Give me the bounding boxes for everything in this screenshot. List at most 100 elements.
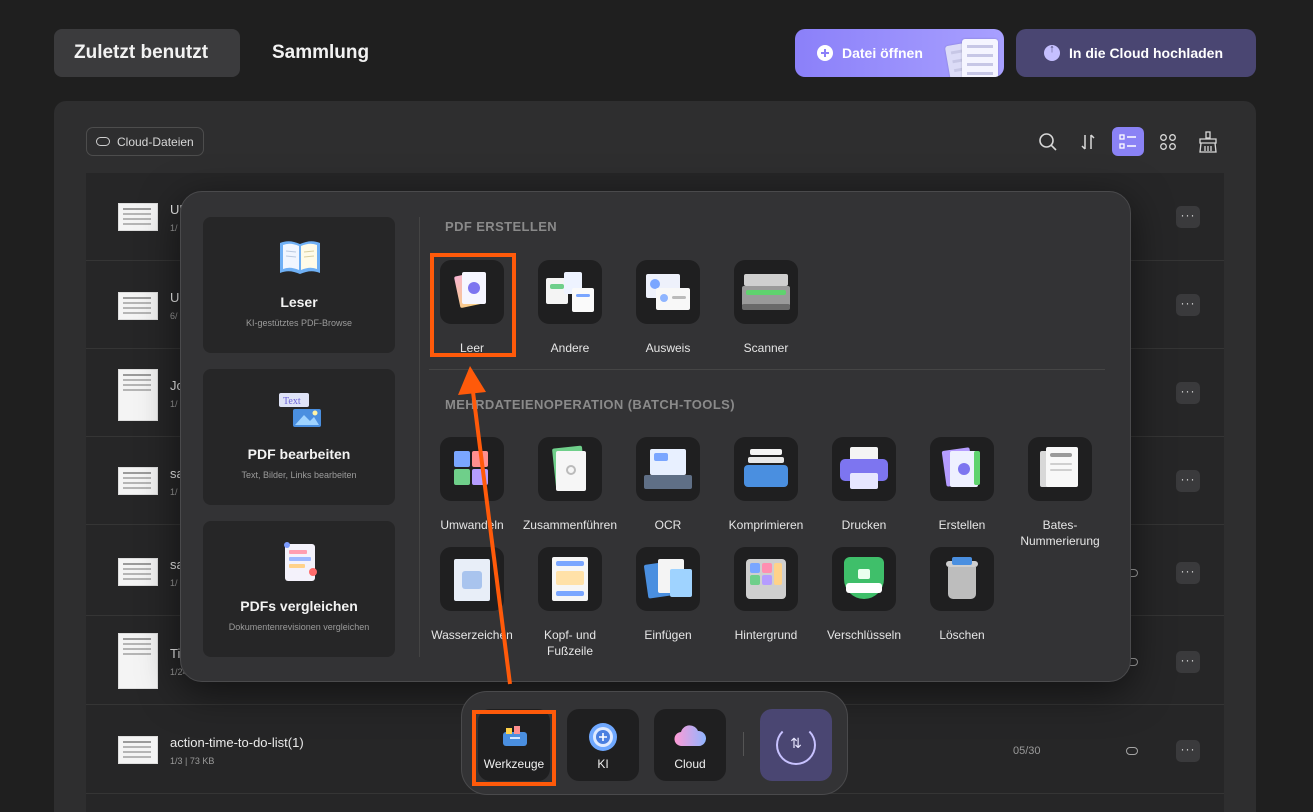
tool-label: Löschen: [939, 628, 985, 642]
sync-button[interactable]: [760, 709, 832, 781]
tool-ocr[interactable]: OCR: [618, 437, 718, 533]
file-meta: 1/: [170, 487, 178, 497]
tool-insert[interactable]: Einfügen: [618, 547, 718, 643]
scanner-icon: [734, 260, 798, 324]
tool-encrypt[interactable]: Verschlüsseln: [814, 547, 914, 643]
tool-label: OCR: [654, 518, 682, 532]
tool-merge[interactable]: Zusammenführen: [520, 437, 620, 533]
list-view-icon[interactable]: [1112, 127, 1144, 156]
ocr-icon: [636, 437, 700, 501]
tool-header-footer[interactable]: Kopf- und Fußzeile: [520, 547, 620, 659]
upload-cloud-button[interactable]: In die Cloud hochladen: [1016, 29, 1256, 77]
file-thumbnail: [118, 736, 158, 764]
reader-subtitle: KI-gestütztes PDF-Browse: [245, 318, 353, 328]
bates-numbering-icon: [1028, 437, 1092, 501]
tool-label: Scanner: [743, 341, 789, 355]
tool-scanner[interactable]: Scanner: [716, 260, 816, 356]
insert-pages-icon: [636, 547, 700, 611]
tool-label: Wasserzeichen: [431, 628, 513, 642]
compress-icon: [734, 437, 798, 501]
convert-icon: [440, 437, 504, 501]
tool-label: Drucken: [841, 518, 887, 532]
file-meta: 1/3 | 73 KB: [170, 756, 215, 766]
divider: [419, 217, 420, 657]
sync-icon: [776, 725, 816, 765]
watermark-icon: [440, 547, 504, 611]
file-thumbnail: [118, 633, 158, 689]
tool-label: Andere: [550, 341, 590, 355]
dock-ai-button[interactable]: KI: [567, 709, 639, 781]
upload-arrow-icon: [1044, 43, 1060, 61]
reader-card[interactable]: Leser KI-gestütztes PDF-Browse: [203, 217, 395, 353]
compare-pdf-card[interactable]: PDFs vergleichen Dokumentenrevisionen ve…: [203, 521, 395, 657]
highlight-box: [472, 710, 556, 786]
tool-label: Ausweis: [645, 341, 691, 355]
more-options-icon[interactable]: ···: [1176, 382, 1200, 404]
tool-label: Umwandeln: [440, 518, 504, 532]
file-meta: 1/: [170, 578, 178, 588]
clean-icon[interactable]: [1192, 127, 1224, 156]
tool-id[interactable]: Ausweis: [618, 260, 718, 356]
merge-icon: [538, 437, 602, 501]
cloud-icon: [96, 137, 110, 146]
file-title: action-time-to-do-list(1): [170, 735, 304, 750]
tool-print[interactable]: Drucken: [814, 437, 914, 533]
file-meta: 1/: [170, 399, 178, 409]
compare-pdf-title: PDFs vergleichen: [240, 598, 358, 614]
edit-pdf-card[interactable]: Text PDF bearbeiten Text, Bilder, Links …: [203, 369, 395, 505]
text-image-edit-icon: Text: [279, 393, 321, 427]
cloud-files-filter[interactable]: Cloud-Dateien: [86, 127, 204, 156]
tool-label: Verschlüsseln: [826, 628, 902, 642]
create-icon: [930, 437, 994, 501]
file-meta: 1/: [170, 223, 178, 233]
file-title: Ti: [170, 646, 181, 661]
edit-pdf-subtitle: Text, Bilder, Links bearbeiten: [241, 470, 357, 480]
cloud-status-icon: [1126, 747, 1138, 755]
edit-pdf-title: PDF bearbeiten: [247, 446, 351, 462]
tool-other[interactable]: Andere: [520, 260, 620, 356]
dock-cloud-label: Cloud: [674, 757, 706, 771]
more-options-icon[interactable]: ···: [1176, 470, 1200, 492]
dock-cloud-button[interactable]: Cloud: [654, 709, 726, 781]
dock-ai-label: KI: [597, 757, 609, 771]
tool-label: Erstellen: [938, 518, 986, 532]
file-thumbnail: [118, 203, 158, 231]
documents-illustration-icon: [944, 37, 1004, 77]
tool-delete[interactable]: Löschen: [912, 547, 1012, 643]
search-icon[interactable]: [1032, 127, 1064, 156]
tool-convert[interactable]: Umwandeln: [422, 437, 522, 533]
file-meta: 6/: [170, 311, 178, 321]
batch-tools-heading: MEHRDATEIENOPERATION (BATCH-TOOLS): [445, 397, 735, 412]
more-options-icon[interactable]: ···: [1176, 740, 1200, 762]
grid-view-icon[interactable]: [1152, 127, 1184, 156]
tab-collection[interactable]: Sammlung: [252, 29, 389, 77]
file-thumbnail: [118, 369, 158, 421]
cloud-icon: [674, 725, 706, 747]
tool-label: Hintergrund: [734, 628, 798, 642]
tool-label: Bates-Nummerierung: [1020, 518, 1100, 548]
print-icon: [832, 437, 896, 501]
more-options-icon[interactable]: ···: [1176, 294, 1200, 316]
file-date: 05/30: [1013, 745, 1041, 757]
sort-icon[interactable]: [1072, 127, 1104, 156]
divider: [743, 732, 744, 756]
open-file-button[interactable]: Datei öffnen: [795, 29, 1004, 77]
tool-bates[interactable]: Bates-Nummerierung: [1010, 437, 1110, 549]
file-title: U: [170, 290, 180, 305]
file-thumbnail: [118, 292, 158, 320]
file-thumbnail: [118, 467, 158, 495]
tool-watermark[interactable]: Wasserzeichen: [422, 547, 522, 643]
more-options-icon[interactable]: ···: [1176, 206, 1200, 228]
tool-compress[interactable]: Komprimieren: [716, 437, 816, 533]
tab-recent[interactable]: Zuletzt benutzt: [54, 29, 240, 77]
encrypt-shield-icon: [832, 547, 896, 611]
header-footer-icon: [538, 547, 602, 611]
trash-icon: [930, 547, 994, 611]
more-options-icon[interactable]: ···: [1176, 562, 1200, 584]
tool-create[interactable]: Erstellen: [912, 437, 1012, 533]
upload-cloud-label: In die Cloud hochladen: [1069, 45, 1223, 61]
compare-documents-icon: [284, 542, 317, 581]
tool-background[interactable]: Hintergrund: [716, 547, 816, 643]
compare-pdf-subtitle: Dokumentenrevisionen vergleichen: [228, 622, 370, 632]
more-options-icon[interactable]: ···: [1176, 651, 1200, 673]
